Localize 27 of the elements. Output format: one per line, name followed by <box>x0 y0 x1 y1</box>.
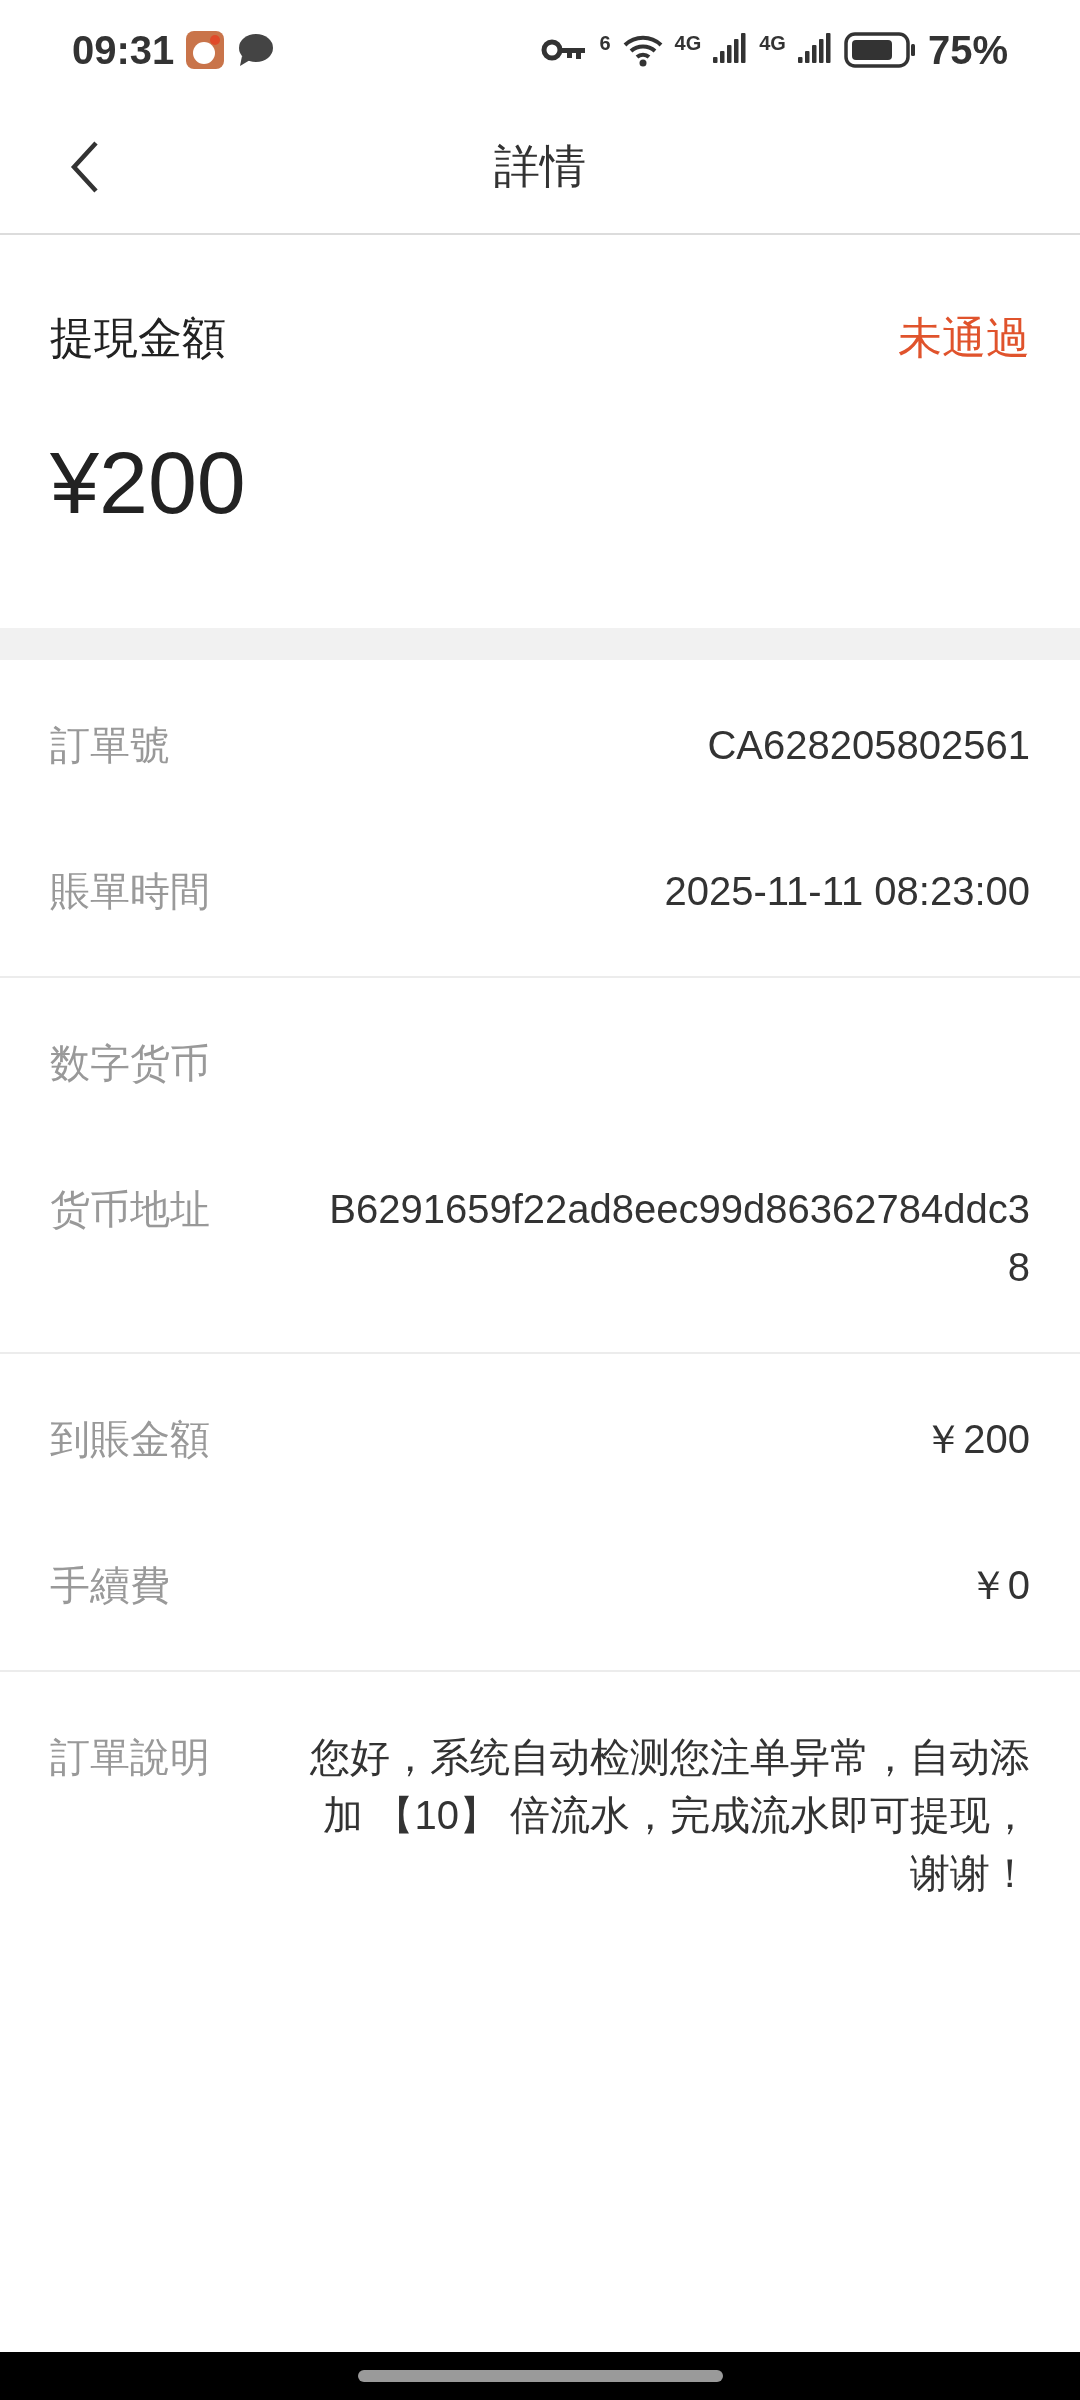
clock-time: 09:31 <box>72 27 175 74</box>
app-icon <box>186 31 225 69</box>
field-value: 您好，系统自动检测您注单异常，自动添加 【10】 倍流水，完成流水即可提现，谢谢！ <box>310 1734 1030 1897</box>
field-value: ￥200 <box>923 1416 1030 1463</box>
field-label: 賬單時間 <box>50 868 210 915</box>
field-label: 到賬金額 <box>50 1416 210 1463</box>
field-label: 手續費 <box>50 1562 170 1609</box>
field-value: B6291659f22ad8eec99d86362784ddc38 <box>328 1186 1030 1291</box>
field-value: CA628205802561 <box>707 722 1030 769</box>
network-label: 6 <box>599 31 611 56</box>
network-label: 4G <box>759 31 786 56</box>
status-label: 未通過 <box>898 312 1030 364</box>
field-value: 2025-11-11 08:23:00 <box>664 868 1030 915</box>
field-value: ￥0 <box>967 1562 1030 1609</box>
field-label: 訂單號 <box>50 722 170 769</box>
amount-label: 提現金額 <box>50 312 226 364</box>
network-label: 4G <box>674 31 702 56</box>
battery-percent: 75% <box>927 27 1008 74</box>
field-label: 訂單說明 <box>50 1734 210 1781</box>
battery-icon <box>843 32 916 68</box>
amount-value: ¥200 <box>50 433 247 533</box>
field-label: 货币地址 <box>50 1186 210 1233</box>
field-label: 数字货币 <box>50 1040 210 1087</box>
key-icon <box>541 38 588 62</box>
wifi-icon <box>622 33 663 67</box>
page-title: 詳情 <box>494 139 586 194</box>
chat-icon <box>236 32 275 68</box>
